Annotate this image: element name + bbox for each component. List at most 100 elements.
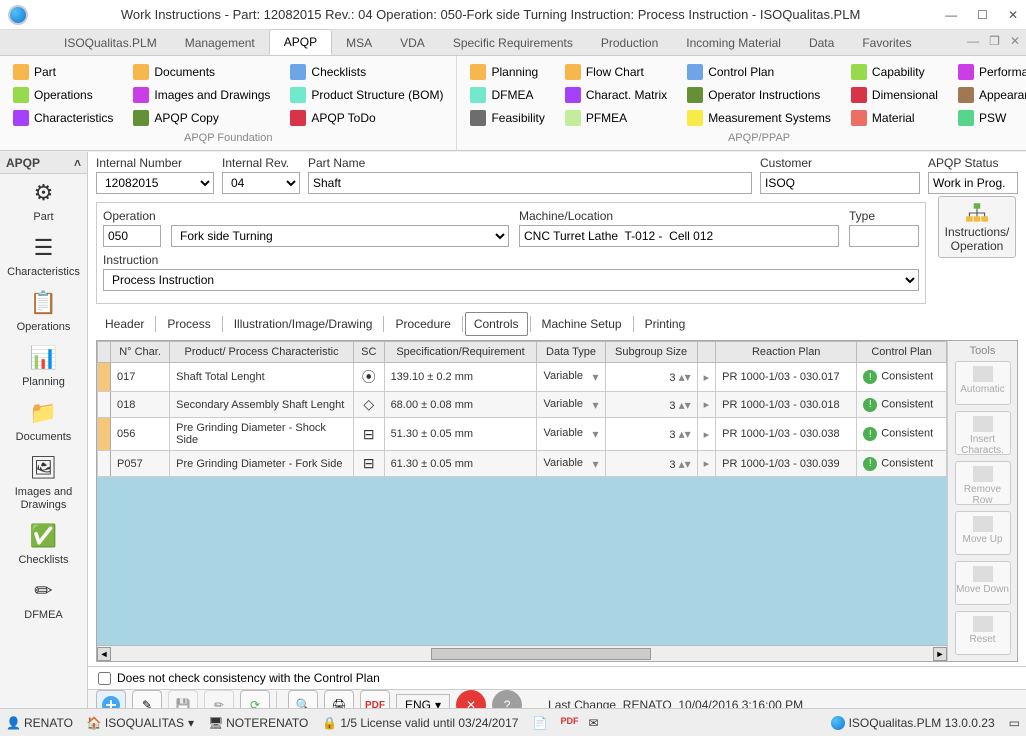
ribbon-ppap-charact-matrix[interactable]: Charact. Matrix — [562, 85, 670, 105]
internal-rev-select[interactable]: 04 — [222, 172, 300, 194]
tab-msa[interactable]: MSA — [332, 31, 386, 55]
ribbon-ppap-psw[interactable]: PSW — [955, 108, 1026, 128]
table-row[interactable]: 018Secondary Assembly Shaft Lenght◇68.00… — [98, 392, 947, 418]
type-input[interactable] — [849, 225, 919, 247]
cell-subgroup[interactable]: 3 ▴▾ — [605, 451, 697, 477]
mdi-close-icon[interactable]: ✕ — [1010, 34, 1020, 48]
grid-header-5[interactable]: Subgroup Size — [605, 342, 697, 363]
ribbon-ppap-material[interactable]: Material — [848, 108, 941, 128]
horizontal-scrollbar[interactable]: ◄ ► — [97, 645, 947, 661]
tool-reset[interactable]: Reset — [955, 611, 1011, 655]
grid-header-0[interactable]: N° Char. — [111, 342, 170, 363]
grid-header-4[interactable]: Data Type — [537, 342, 605, 363]
ribbon-ppap-flow-chart[interactable]: Flow Chart — [562, 62, 670, 82]
minimize-button[interactable]: — — [945, 8, 957, 22]
cell-datatype[interactable]: Variable ▾ — [537, 418, 605, 451]
ribbon-foundation-apqp-copy[interactable]: APQP Copy — [130, 108, 273, 128]
close-button[interactable]: ✕ — [1008, 8, 1018, 22]
table-row[interactable]: P057Pre Grinding Diameter - Fork Side⊟61… — [98, 451, 947, 477]
cell-rp-expand[interactable]: ▸ — [697, 363, 716, 392]
ribbon-foundation-part[interactable]: Part — [10, 62, 116, 82]
scroll-right-icon[interactable]: ► — [933, 647, 947, 661]
ribbon-foundation-images-and-drawings[interactable]: Images and Drawings — [130, 85, 273, 105]
tab-apqp[interactable]: APQP — [269, 29, 332, 55]
subtab-controls[interactable]: Controls — [465, 312, 528, 336]
cell-datatype[interactable]: Variable ▾ — [537, 451, 605, 477]
sidebar-item-part[interactable]: ⚙Part — [0, 174, 87, 229]
scroll-thumb[interactable] — [431, 648, 651, 660]
tab-management[interactable]: Management — [171, 31, 269, 55]
table-row[interactable]: 017Shaft Total Lenght⦿139.10 ± 0.2 mmVar… — [98, 363, 947, 392]
ribbon-foundation-operations[interactable]: Operations — [10, 85, 116, 105]
ribbon-ppap-dfmea[interactable]: DFMEA — [467, 85, 547, 105]
subtab-printing[interactable]: Printing — [636, 312, 695, 336]
subtab-illustration-image-drawing[interactable]: Illustration/Image/Drawing — [225, 312, 382, 336]
tab-specific-requirements[interactable]: Specific Requirements — [439, 31, 587, 55]
mdi-restore-icon[interactable]: ❐ — [989, 34, 1000, 48]
instruction-select[interactable]: Process Instruction — [103, 269, 919, 291]
tool-insert-characts-[interactable]: Insert Characts. — [955, 411, 1011, 455]
ribbon-ppap-appearance[interactable]: Appearance — [955, 85, 1026, 105]
ribbon-ppap-pfmea[interactable]: PFMEA — [562, 108, 670, 128]
cell-subgroup[interactable]: 3 ▴▾ — [605, 392, 697, 418]
status-site[interactable]: ISOQUALITAS — [105, 716, 184, 730]
ribbon-ppap-planning[interactable]: Planning — [467, 62, 547, 82]
tab-production[interactable]: Production — [587, 31, 672, 55]
sidebar-item-planning[interactable]: 📊Planning — [0, 339, 87, 394]
grid-header-8[interactable]: Control Plan — [857, 342, 947, 363]
doc-icon[interactable]: 📄 — [532, 716, 546, 730]
grid-header-7[interactable]: Reaction Plan — [716, 342, 857, 363]
machine-input[interactable] — [519, 225, 839, 247]
tab-favorites[interactable]: Favorites — [848, 31, 925, 55]
ribbon-ppap-control-plan[interactable]: Control Plan — [684, 62, 834, 82]
sidebar-item-images-and-drawings[interactable]: 🖼Images and Drawings — [0, 449, 87, 516]
ribbon-foundation-checklists[interactable]: Checklists — [287, 62, 446, 82]
tool-move-down[interactable]: Move Down — [955, 561, 1011, 605]
ribbon-ppap-performance[interactable]: Performance — [955, 62, 1026, 82]
scroll-left-icon[interactable]: ◄ — [97, 647, 111, 661]
mail-icon[interactable]: ✉ — [588, 716, 602, 730]
sidebar-item-dfmea[interactable]: ✏DFMEA — [0, 572, 87, 627]
subtab-process[interactable]: Process — [158, 312, 219, 336]
ribbon-foundation-apqp-todo[interactable]: APQP ToDo — [287, 108, 446, 128]
consistency-checkbox[interactable] — [98, 672, 111, 685]
status-extra-icon[interactable]: ▭ — [1009, 716, 1020, 730]
part-name-input[interactable] — [308, 172, 752, 194]
sidebar-item-checklists[interactable]: ✅Checklists — [0, 517, 87, 572]
operation-name-select[interactable]: Fork side Turning — [171, 225, 509, 247]
grid-header-6[interactable] — [697, 342, 716, 363]
ribbon-ppap-dimensional[interactable]: Dimensional — [848, 85, 941, 105]
sidebar-header[interactable]: APQP ˄ — [0, 152, 87, 174]
subtab-header[interactable]: Header — [96, 312, 153, 336]
customer-input[interactable] — [760, 172, 920, 194]
grid-header-3[interactable]: Specification/Requirement — [384, 342, 537, 363]
maximize-button[interactable]: ☐ — [977, 8, 988, 22]
ribbon-ppap-measurement-systems[interactable]: Measurement Systems — [684, 108, 834, 128]
ribbon-foundation-product-structure-bom-[interactable]: Product Structure (BOM) — [287, 85, 446, 105]
tool-remove-row[interactable]: Remove Row — [955, 461, 1011, 505]
operation-code-input[interactable] — [103, 225, 161, 247]
cell-rp-expand[interactable]: ▸ — [697, 451, 716, 477]
table-row[interactable]: 056Pre Grinding Diameter - Shock Side⊟51… — [98, 418, 947, 451]
tool-automatic[interactable]: Automatic — [955, 361, 1011, 405]
status-input[interactable] — [928, 172, 1018, 194]
subtab-procedure[interactable]: Procedure — [386, 312, 459, 336]
sidebar-item-operations[interactable]: 📋Operations — [0, 284, 87, 339]
ribbon-ppap-feasibility[interactable]: Feasibility — [467, 108, 547, 128]
cell-subgroup[interactable]: 3 ▴▾ — [605, 418, 697, 451]
grid-header-2[interactable]: SC — [353, 342, 384, 363]
cell-datatype[interactable]: Variable ▾ — [537, 363, 605, 392]
mdi-minimize-icon[interactable]: — — [967, 34, 979, 48]
tab-data[interactable]: Data — [795, 31, 848, 55]
ribbon-ppap-capability[interactable]: Capability — [848, 62, 941, 82]
pdf-small-icon[interactable]: PDF — [560, 716, 574, 730]
internal-number-select[interactable]: 12082015 — [96, 172, 214, 194]
tab-vda[interactable]: VDA — [386, 31, 439, 55]
cell-rp-expand[interactable]: ▸ — [697, 418, 716, 451]
instructions-operation-button[interactable]: Instructions/ Operation — [938, 196, 1016, 258]
ribbon-ppap-operator-instructions[interactable]: Operator Instructions — [684, 85, 834, 105]
subtab-machine-setup[interactable]: Machine Setup — [533, 312, 631, 336]
tool-move-up[interactable]: Move Up — [955, 511, 1011, 555]
cell-datatype[interactable]: Variable ▾ — [537, 392, 605, 418]
sidebar-item-documents[interactable]: 📁Documents — [0, 394, 87, 449]
